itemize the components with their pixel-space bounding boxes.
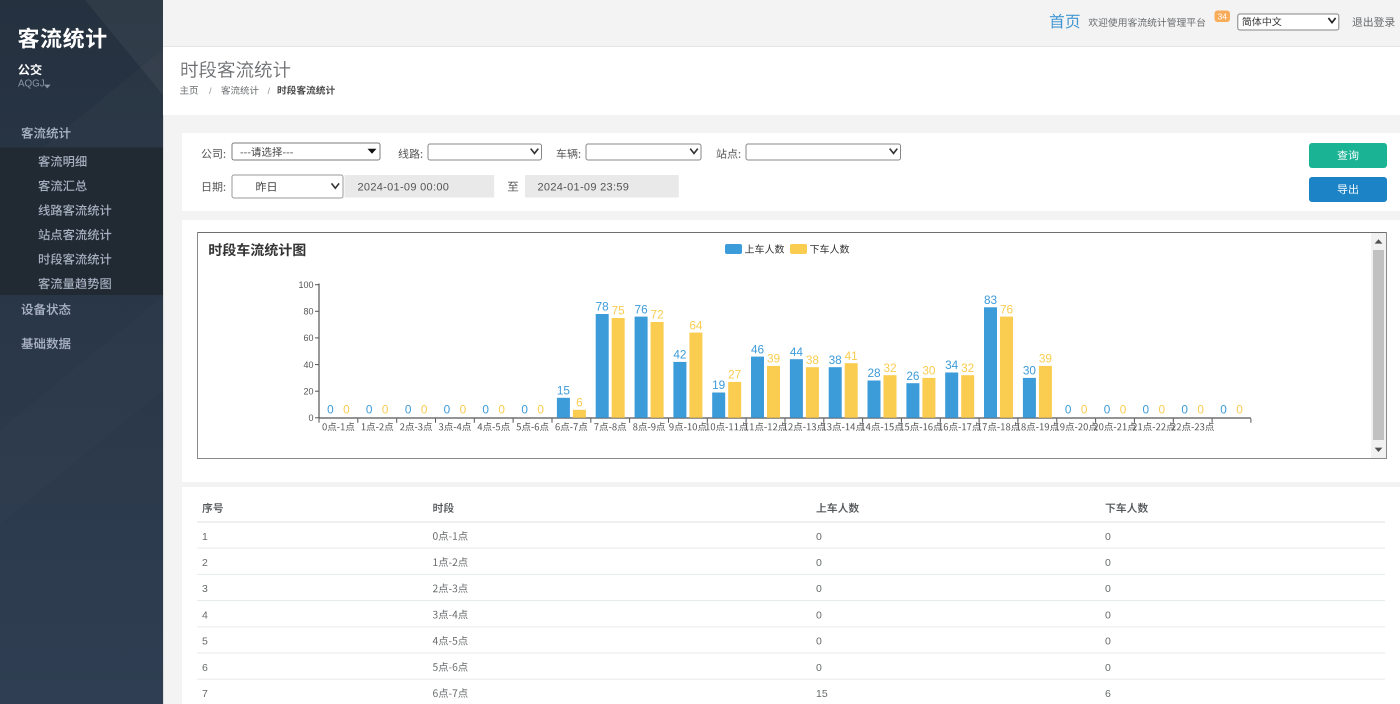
svg-text:75: 75 (612, 304, 626, 318)
svg-text:0: 0 (405, 403, 412, 417)
svg-text:26: 26 (906, 369, 920, 383)
svg-text:0: 0 (1104, 403, 1111, 417)
svg-text:60: 60 (303, 333, 313, 343)
svg-text:0: 0 (1105, 531, 1111, 543)
svg-text:0: 0 (521, 403, 528, 417)
svg-text:7: 7 (202, 688, 208, 700)
svg-text:/: / (209, 86, 212, 97)
svg-text:0: 0 (1065, 403, 1072, 417)
svg-text:38: 38 (829, 353, 843, 367)
svg-text:2: 2 (202, 557, 208, 569)
svg-text:28: 28 (867, 366, 881, 380)
svg-text:0: 0 (816, 609, 822, 621)
svg-text:32: 32 (883, 361, 896, 375)
svg-text:2024-01-09 00:00: 2024-01-09 00:00 (358, 182, 450, 194)
svg-text:0: 0 (498, 403, 505, 417)
svg-text:100: 100 (298, 280, 313, 290)
svg-text:72: 72 (651, 308, 664, 322)
svg-text:0: 0 (1105, 557, 1111, 569)
svg-text:0: 0 (816, 662, 822, 674)
svg-text:0: 0 (1120, 403, 1127, 417)
svg-text:27: 27 (728, 368, 741, 382)
svg-text:6: 6 (1105, 688, 1111, 700)
svg-text:15: 15 (557, 384, 571, 398)
svg-text:0: 0 (444, 403, 451, 417)
svg-text:1: 1 (202, 531, 208, 543)
svg-text:64: 64 (689, 318, 703, 332)
svg-text:0: 0 (1081, 403, 1088, 417)
svg-text:76: 76 (635, 302, 649, 316)
svg-text:32: 32 (961, 361, 974, 375)
svg-text:0: 0 (1105, 662, 1111, 674)
svg-text:44: 44 (790, 345, 804, 359)
svg-text:30: 30 (922, 364, 936, 378)
svg-text:0: 0 (816, 531, 822, 543)
svg-text:0: 0 (1105, 609, 1111, 621)
svg-text:0: 0 (1197, 403, 1204, 417)
svg-text:6: 6 (576, 396, 583, 410)
svg-text:0: 0 (1105, 583, 1111, 595)
svg-text:83: 83 (984, 293, 998, 307)
svg-text:0: 0 (1143, 403, 1150, 417)
svg-text:0: 0 (482, 403, 489, 417)
svg-text:39: 39 (1039, 352, 1052, 366)
svg-text:5: 5 (202, 636, 208, 648)
svg-text:15: 15 (816, 688, 828, 700)
svg-text:0: 0 (1159, 403, 1166, 417)
svg-text:80: 80 (303, 307, 313, 317)
svg-text:3: 3 (202, 583, 208, 595)
svg-text:0: 0 (382, 403, 389, 417)
svg-text:19: 19 (712, 378, 725, 392)
svg-text:AQGJ: AQGJ (18, 79, 45, 90)
svg-text:0: 0 (816, 557, 822, 569)
svg-text:4: 4 (202, 609, 208, 621)
svg-text:42: 42 (673, 348, 686, 362)
svg-text:39: 39 (767, 352, 780, 366)
svg-text:6: 6 (202, 662, 208, 674)
svg-text:2024-01-09 23:59: 2024-01-09 23:59 (538, 182, 630, 194)
svg-text:34: 34 (945, 358, 959, 372)
svg-text:0: 0 (816, 636, 822, 648)
svg-text:46: 46 (751, 342, 765, 356)
svg-text:38: 38 (806, 353, 820, 367)
svg-text:0: 0 (1105, 636, 1111, 648)
svg-text:0: 0 (421, 403, 428, 417)
svg-text:30: 30 (1023, 364, 1037, 378)
svg-text:0: 0 (537, 403, 544, 417)
svg-text:78: 78 (596, 300, 610, 314)
svg-text:0: 0 (308, 413, 313, 423)
svg-text:0: 0 (816, 583, 822, 595)
svg-text:34: 34 (1218, 12, 1228, 22)
svg-text:41: 41 (845, 349, 858, 363)
svg-text:40: 40 (303, 360, 313, 370)
svg-text:0: 0 (1181, 403, 1188, 417)
svg-text:76: 76 (1000, 302, 1014, 316)
svg-text:20: 20 (303, 386, 313, 396)
svg-text:0: 0 (1220, 403, 1227, 417)
svg-text:0: 0 (1236, 403, 1243, 417)
svg-text:0: 0 (366, 403, 373, 417)
svg-text:0: 0 (327, 403, 334, 417)
svg-text:0: 0 (460, 403, 467, 417)
svg-text:0: 0 (343, 403, 350, 417)
svg-text:/: / (268, 86, 271, 97)
